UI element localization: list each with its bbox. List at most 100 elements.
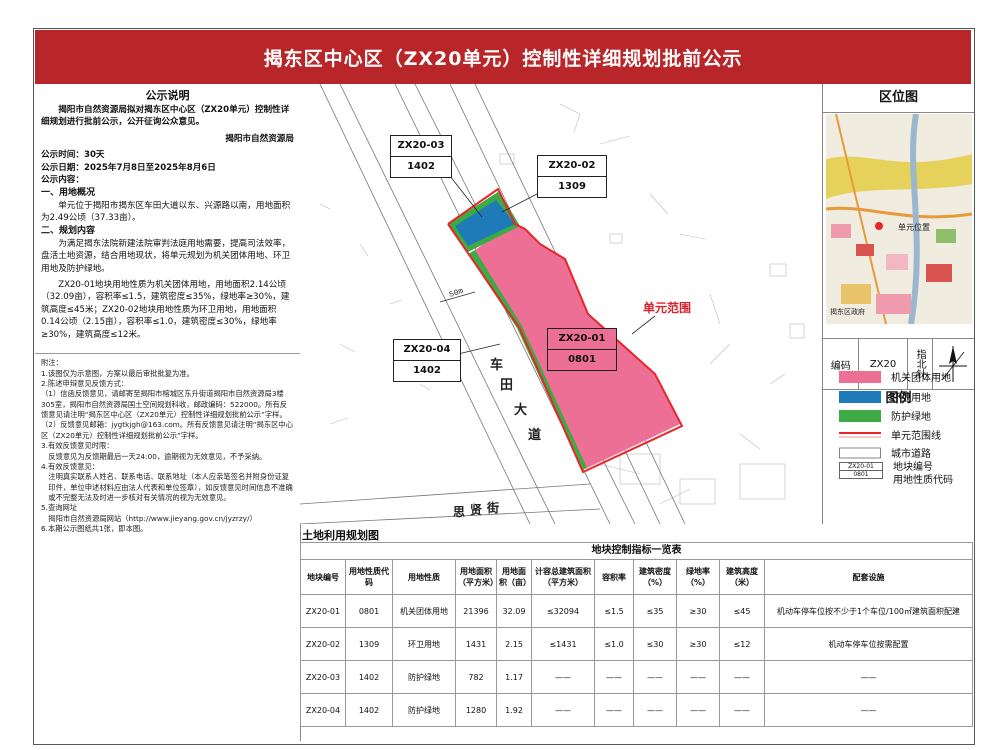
location-map-canvas: 单元位置 揭东区政府 bbox=[826, 114, 972, 324]
table-cell: 防护绿地 bbox=[392, 693, 456, 727]
table-cell: 1.17 bbox=[496, 660, 532, 694]
site-position-label: 单元位置 bbox=[898, 222, 930, 232]
table-header: 地块编号 bbox=[300, 559, 346, 595]
table-header: 建筑高度（米） bbox=[719, 559, 765, 595]
table-cell: ZX20-03 bbox=[300, 660, 346, 694]
parcel-tag-zx20-04: ZX20-04 1402 bbox=[393, 339, 461, 382]
location-map: 单元位置 揭东区政府 bbox=[826, 114, 972, 324]
parcel-tag-zx20-02: ZX20-02 1309 bbox=[537, 155, 607, 198]
legend-label: 防护绿地 bbox=[891, 412, 931, 423]
table-cell: —— bbox=[594, 693, 634, 727]
table-cell: —— bbox=[676, 693, 720, 727]
boundary-label: 单元范围 bbox=[643, 300, 691, 315]
note-line: （2）反馈意见邮箱：jygtkjgh@163.com。所有反馈意见请注明“揭东区… bbox=[41, 420, 294, 440]
road-main-char: 车 bbox=[490, 357, 503, 372]
control-index-table: 地块控制指标一览表 地块编号 用地性质代码 用地性质 用地面积（平方米） 用地面… bbox=[300, 542, 973, 741]
road-side-char: 思 bbox=[453, 505, 465, 519]
table-cell: 1431 bbox=[455, 627, 497, 661]
announcement-issuer: 揭阳市自然资源局 bbox=[225, 133, 294, 144]
table-cell: —— bbox=[531, 693, 595, 727]
note-line: 附注： bbox=[41, 358, 63, 368]
divider bbox=[35, 353, 300, 355]
table-cell: —— bbox=[594, 660, 634, 694]
parcel-tag-zx20-03: ZX20-03 1402 bbox=[390, 135, 452, 178]
parcel-id: ZX20-02 bbox=[538, 156, 606, 177]
table-cell: 机动车停车位按需配置 bbox=[764, 627, 973, 661]
table-header: 绿地率（%） bbox=[676, 559, 720, 595]
note-line: 2.陈述申辩意见反馈方式： bbox=[41, 379, 129, 388]
parcel-id: ZX20-04 bbox=[394, 340, 460, 361]
page-title: 揭东区中心区（ZX20单元）控制性详细规划批前公示 bbox=[35, 30, 971, 84]
legend-swatch bbox=[839, 431, 881, 437]
table-cell: ≤1.0 bbox=[594, 627, 634, 661]
road-main-char: 大 bbox=[514, 402, 527, 417]
table-header: 计容总建筑面积（平方米） bbox=[531, 559, 595, 595]
table-row: ZX20-03 1402 防护绿地 782 1.17 —— —— —— —— —… bbox=[300, 660, 973, 694]
legend-parcel-code: ZX20-01 0801 地块编号 用地性质代码 bbox=[839, 462, 953, 487]
table-cell: 0801 bbox=[345, 594, 393, 628]
announcement-heading: 公示说明 bbox=[145, 89, 190, 102]
table-row: ZX20-02 1309 环卫用地 1431 2.15 ≤1431 ≤1.0 ≤… bbox=[300, 627, 973, 661]
announcement-dates: 公示日期：2025年7月8日至2025年8月6日 bbox=[41, 162, 216, 173]
table-grid: 地块编号 用地性质代码 用地性质 用地面积（平方米） 用地面积（亩） 计容总建筑… bbox=[300, 559, 973, 727]
table-cell: 782 bbox=[455, 660, 497, 694]
legend-label: 机关团体用地 bbox=[891, 373, 951, 384]
table-cell: 1.92 bbox=[496, 693, 532, 727]
government-label: 揭东区政府 bbox=[830, 307, 865, 316]
table-cell: ≥30 bbox=[676, 627, 720, 661]
note-line: 1.该图仅为示意图，方案以最后审批批复为准。 bbox=[41, 368, 194, 378]
legend-sanitation: 环卫用地 bbox=[839, 389, 931, 404]
table-cell: ZX20-01 bbox=[300, 594, 346, 628]
parcel-id: ZX20-03 bbox=[391, 136, 451, 157]
table-header-row: 地块编号 用地性质代码 用地性质 用地面积（平方米） 用地面积（亩） 计容总建筑… bbox=[300, 559, 973, 595]
legend-institution: 机关团体用地 bbox=[839, 369, 951, 384]
legend-swatch bbox=[839, 409, 881, 422]
location-heading: 区位图 bbox=[823, 84, 974, 113]
table-cell: 机动车停车位按不少于1个车位/100㎡建筑面积配建 bbox=[764, 594, 973, 628]
road-side-char: 街 bbox=[486, 500, 499, 515]
legend-swatch: ZX20-01 0801 bbox=[839, 462, 883, 479]
legend-sample-code: 0801 bbox=[853, 471, 869, 478]
table-cell: 21396 bbox=[455, 594, 497, 628]
note-line: 6.本期公示图纸共1张，即本图。 bbox=[41, 524, 148, 534]
legend-road: 城市道路 bbox=[839, 445, 931, 460]
table-cell: ≤30 bbox=[633, 627, 677, 661]
land-use-map: 50m 车 田 大 道 思 贤 街 单元范围 ZX20-03 1402 ZX20… bbox=[300, 84, 822, 524]
table-cell: ≤1431 bbox=[531, 627, 595, 661]
table-cell: ≤1.5 bbox=[594, 594, 634, 628]
section2-text2: ZX20-01地块用地性质为机关团体用地，用地面积2.14公顷（32.09亩），… bbox=[41, 280, 290, 340]
table-row: ZX20-01 0801 机关团体用地 21396 32.09 ≤32094 ≤… bbox=[300, 594, 973, 628]
section2-text1: 为满足揭东法院新建法院审判法庭用地需要，提高司法效率，盘活土地资源，结合用地现状… bbox=[41, 238, 291, 274]
table-row: ZX20-04 1402 防护绿地 1280 1.92 —— —— —— —— … bbox=[300, 693, 973, 727]
parcel-code: 1402 bbox=[413, 365, 441, 376]
parcel-code: 1309 bbox=[558, 181, 586, 192]
legend-label: 城市道路 bbox=[891, 449, 931, 460]
road-side-char: 贤 bbox=[470, 503, 482, 517]
table-header: 容积率 bbox=[594, 559, 634, 595]
table-cell: —— bbox=[633, 660, 677, 694]
table-cell: —— bbox=[531, 660, 595, 694]
table-cell: 32.09 bbox=[496, 594, 532, 628]
table-caption: 地块控制指标一览表 bbox=[300, 542, 973, 559]
legend-swatch bbox=[839, 370, 881, 383]
note-line: 5.查询网址 bbox=[41, 503, 78, 513]
parcel-id: ZX20-01 bbox=[548, 329, 616, 350]
table-header: 用地性质 bbox=[392, 559, 456, 595]
table-cell: ≥30 bbox=[676, 594, 720, 628]
table-cell: 1280 bbox=[455, 693, 497, 727]
section1-text: 单元位于揭阳市揭东区车田大道以东、兴源路以南，用地面积为2.49公顷（37.33… bbox=[41, 200, 291, 224]
table-header: 用地面积（亩） bbox=[496, 559, 532, 595]
legend-label: 地块编号 bbox=[893, 462, 933, 473]
note-line: 3.有效反馈意见时限： bbox=[41, 441, 114, 451]
announcement-panel: 公示说明 揭阳市自然资源局拟对揭东区中心区（ZX20单元）控制性详细规划进行批前… bbox=[35, 84, 301, 741]
note-line: 反馈意见为反馈期最后一天24:00，逾期视为无效意见，不予采纳。 bbox=[48, 451, 267, 461]
table-cell: —— bbox=[764, 693, 973, 727]
parcel-code: 0801 bbox=[568, 354, 596, 365]
table-cell: ZX20-04 bbox=[300, 693, 346, 727]
table-header: 建筑密度（%） bbox=[633, 559, 677, 595]
table-cell: —— bbox=[719, 660, 765, 694]
table-cell: —— bbox=[676, 660, 720, 694]
table-cell: ≤32094 bbox=[531, 594, 595, 628]
announcement-content-label: 公示内容： bbox=[41, 175, 84, 186]
table-header: 用地面积（平方米） bbox=[455, 559, 498, 595]
